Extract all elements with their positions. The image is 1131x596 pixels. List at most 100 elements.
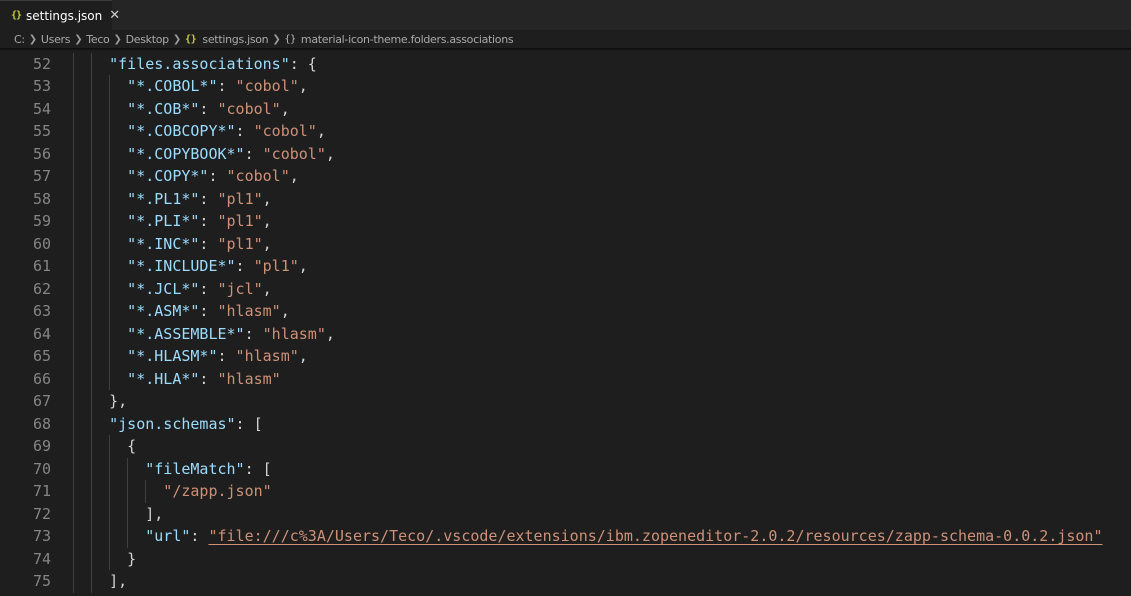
object-symbol-icon: {} — [284, 33, 296, 45]
indent-guide — [73, 210, 74, 233]
line-number: 61 — [32, 257, 51, 275]
json-key: "*.PL1*" — [127, 189, 200, 208]
json-string: "jcl" — [217, 279, 263, 298]
line-number: 62 — [32, 279, 51, 298]
code-line[interactable]: 54 "*.COB*": "cobol", — [0, 97, 1131, 121]
code-line[interactable]: 56 "*.COPYBOOK*": "cobol", — [0, 142, 1131, 165]
code-editor[interactable]: 52 "files.associations": {53 "*.COBOL*": "… — [0, 52, 1131, 596]
punctuation: : [ — [244, 459, 272, 478]
chevron-right-icon: ❯ — [172, 33, 181, 45]
indent-guide — [109, 300, 111, 323]
indent-guide — [91, 547, 93, 570]
code-text: "url": "file:///c%3A/Users/Teco/.vscode/… — [145, 525, 1102, 548]
punctuation: : — [199, 279, 218, 298]
code-text: "*.ASM*": "hlasm", — [127, 300, 290, 323]
json-string: "pl1" — [253, 257, 299, 275]
json-string: "/zapp.json" — [163, 482, 272, 500]
code-line[interactable]: 67}, — [0, 390, 1131, 413]
code-line[interactable]: 66 "*.HLA*": "hlasm" — [0, 367, 1131, 390]
punctuation: : — [199, 189, 218, 208]
code-line[interactable]: 72], — [0, 502, 1131, 525]
code-text: }, — [109, 390, 127, 413]
indent-guide — [73, 502, 74, 525]
code-text: } — [127, 548, 136, 571]
indent-guide — [91, 412, 93, 435]
code-text: "*.COB*": "cobol", — [127, 98, 290, 121]
code-line[interactable]: 75], — [0, 570, 1131, 593]
json-string: "cobol" — [253, 122, 317, 140]
json-key: "*.COB*" — [127, 99, 200, 118]
json-string: "pl1" — [217, 189, 263, 208]
json-key: "*.HLA*" — [127, 369, 200, 388]
code-text: "*.PL1*": "pl1", — [127, 188, 272, 211]
json-key: "*.COBCOPY*" — [127, 122, 236, 140]
breadcrumb-item-file[interactable]: settings.json — [202, 33, 268, 46]
indent-guide — [73, 300, 74, 323]
code-line[interactable]: 69 { — [0, 435, 1131, 458]
code-line[interactable]: 57 "*.COPY*": "cobol", — [0, 165, 1131, 188]
line-number: 68 — [32, 414, 51, 433]
punctuation: : — [190, 527, 209, 545]
indent-guide — [127, 480, 129, 503]
indent-guide — [109, 75, 111, 98]
punctuation: , — [298, 257, 308, 275]
code-line[interactable]: 70 "fileMatch": [ — [0, 457, 1131, 481]
punctuation: : — [199, 212, 218, 230]
close-icon[interactable]: ✕ — [109, 8, 120, 23]
url-link[interactable]: "file:///c%3A/Users/Teco/.vscode/extensi… — [208, 527, 1102, 545]
code-text: "*.JCL*": "jcl", — [127, 278, 272, 301]
chevron-right-icon: ❯ — [113, 33, 122, 45]
indent-guide — [109, 232, 111, 255]
breadcrumb-item-users[interactable]: Users — [41, 33, 71, 46]
code-text: "fileMatch": [ — [145, 458, 271, 481]
indent-guide — [109, 480, 111, 503]
json-key: "*.JCL*" — [127, 279, 200, 298]
indent-guide — [91, 322, 93, 345]
tab-settings-json[interactable]: {} settings.json ✕ — [0, 0, 120, 30]
code-line[interactable]: 65 "*.HLASM*": "hlasm", — [0, 345, 1131, 368]
breadcrumb-item-desktop[interactable]: Desktop — [126, 33, 170, 46]
indent-guide — [73, 435, 74, 458]
code-line[interactable]: 58 "*.PL1*": "pl1", — [0, 187, 1131, 211]
code-line[interactable]: 74} — [0, 547, 1131, 571]
line-number: 67 — [32, 392, 51, 410]
code-line[interactable]: 71 "/zapp.json" — [0, 480, 1131, 503]
indent-guide — [91, 52, 93, 75]
code-line[interactable]: 68 "json.schemas": [ — [0, 412, 1131, 435]
code-line[interactable]: 59 "*.PLI*": "pl1", — [0, 210, 1131, 233]
breadcrumb-item-drive[interactable]: C: — [14, 33, 25, 46]
code-line[interactable]: 53 "*.COBOL*": "cobol", — [0, 75, 1131, 98]
code-line[interactable]: 55 "*.COBCOPY*": "cobol", — [0, 120, 1131, 143]
code-text: "files.associations": { — [109, 53, 317, 76]
code-line[interactable]: 60 "*.INC*": "pl1", — [0, 232, 1131, 255]
punctuation: , — [316, 122, 326, 140]
code-line[interactable]: 73 "url": "file:///c%3A/Users/Teco/.vscod… — [0, 525, 1131, 548]
indent-guide — [91, 97, 93, 120]
indent-guide — [109, 120, 111, 143]
line-number: 75 — [32, 572, 51, 590]
indent-guide — [109, 210, 111, 233]
indent-guide — [109, 502, 111, 525]
indent-guide — [91, 480, 93, 503]
line-number: 60 — [32, 234, 51, 253]
code-line[interactable]: 64 "*.ASSEMBLE*": "hlasm", — [0, 322, 1131, 345]
indent-guide — [73, 345, 74, 368]
indent-guide — [91, 210, 93, 233]
code-line[interactable]: 52 "files.associations": { — [0, 52, 1131, 76]
code-line[interactable]: 63 "*.ASM*": "hlasm", — [0, 300, 1131, 323]
tab-bar: {} settings.json ✕ — [0, 0, 1131, 30]
code-line[interactable]: 62 "*.JCL*": "jcl", — [0, 277, 1131, 301]
code-text: "*.HLASM*": "hlasm", — [127, 345, 308, 368]
json-key: "*.COPY*" — [127, 167, 209, 185]
code-line[interactable]: 61 "*.INCLUDE*": "pl1", — [0, 255, 1131, 278]
json-key: "*.INC*" — [127, 234, 200, 253]
indent-guide — [91, 502, 93, 525]
indent-guide — [73, 547, 74, 570]
breadcrumb-item-teco[interactable]: Teco — [86, 33, 110, 46]
indent-guide — [73, 142, 74, 165]
breadcrumb-item-symbol[interactable]: material-icon-theme.folders.associations — [301, 33, 514, 46]
indent-guide — [73, 120, 74, 143]
json-string: "cobol" — [262, 144, 326, 163]
indent-guide — [91, 390, 93, 413]
punctuation: , — [280, 302, 290, 320]
